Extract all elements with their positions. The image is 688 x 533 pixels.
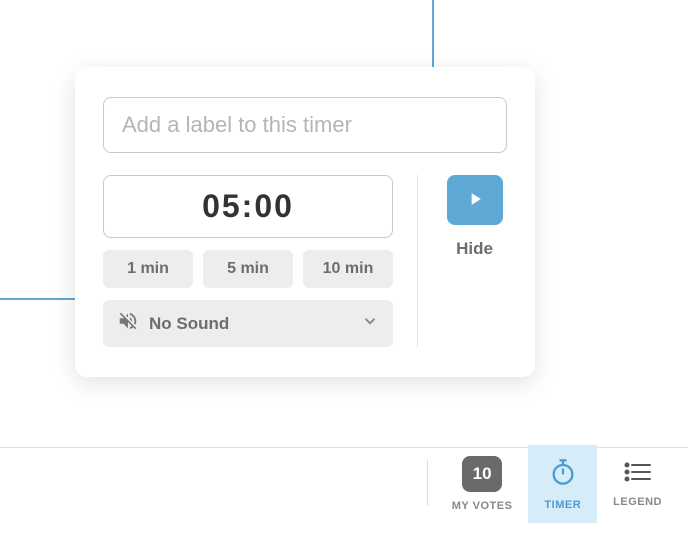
chevron-down-icon: [361, 312, 379, 335]
toolbar-item-timer[interactable]: TIMER: [528, 445, 597, 523]
toolbar-item-legend[interactable]: LEGEND: [597, 445, 678, 523]
stopwatch-icon: [549, 458, 577, 491]
sound-label: No Sound: [149, 314, 229, 334]
preset-1min-button[interactable]: 1 min: [103, 250, 193, 288]
timer-panel: 05:00 1 min 5 min 10 min No Sound: [75, 67, 535, 377]
legend-icon: [624, 461, 652, 488]
play-icon: [465, 189, 485, 212]
bottom-toolbar: 10 MY VOTES TIMER LEGEND: [427, 445, 678, 523]
sound-dropdown-left: No Sound: [117, 310, 229, 337]
legend-label: LEGEND: [613, 496, 662, 508]
preset-10min-button[interactable]: 10 min: [303, 250, 393, 288]
votes-label: MY VOTES: [452, 500, 513, 512]
timer-left-column: 05:00 1 min 5 min 10 min No Sound: [103, 175, 393, 347]
play-button[interactable]: [447, 175, 503, 225]
toolbar-item-votes[interactable]: 10 MY VOTES: [436, 445, 529, 523]
timer-right-column: Hide: [417, 175, 507, 347]
preset-5min-button[interactable]: 5 min: [203, 250, 293, 288]
mute-icon: [117, 310, 139, 337]
timer-controls-row: 05:00 1 min 5 min 10 min No Sound: [103, 175, 507, 347]
timer-time-display[interactable]: 05:00: [103, 175, 393, 238]
timer-presets: 1 min 5 min 10 min: [103, 250, 393, 288]
timer-toolbar-label: TIMER: [544, 499, 581, 511]
hide-button[interactable]: Hide: [456, 239, 493, 259]
timer-label-input[interactable]: [103, 97, 507, 153]
toolbar-divider: [427, 460, 428, 506]
sound-dropdown[interactable]: No Sound: [103, 300, 393, 347]
votes-count-badge: 10: [462, 456, 502, 492]
